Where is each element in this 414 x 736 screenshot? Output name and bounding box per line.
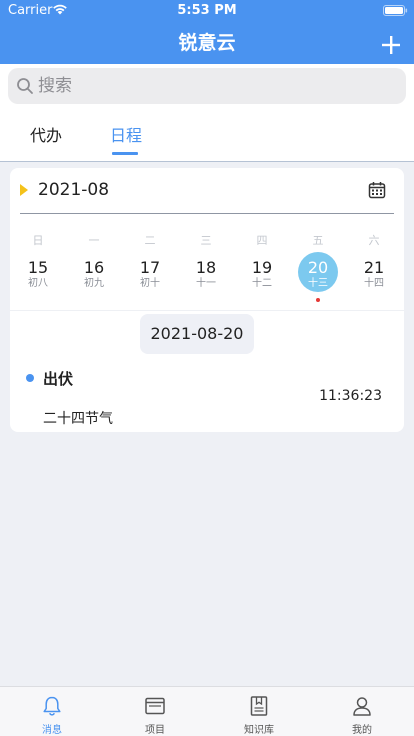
day-cell[interactable]: 15 初八 bbox=[10, 258, 66, 304]
lunar-date: 十一 bbox=[196, 278, 216, 289]
tabbar-label: 我的 bbox=[352, 725, 372, 736]
lunar-date: 十三 bbox=[308, 278, 328, 289]
tabbar-label: 项目 bbox=[145, 725, 165, 736]
day-number: 16 bbox=[83, 258, 105, 277]
bottom-tab-bar: 消息 项目 知识库 我的 bbox=[0, 686, 414, 736]
page-title: 锐意云 bbox=[178, 32, 236, 54]
event-dot bbox=[26, 374, 34, 382]
month-divider bbox=[20, 213, 394, 214]
tabbar-item-messages[interactable]: 消息 bbox=[12, 687, 92, 736]
tab-schedule[interactable]: 日程 bbox=[110, 122, 142, 146]
month-label: 2021-08 bbox=[38, 180, 110, 200]
tab-todo[interactable]: 代办 bbox=[30, 122, 62, 146]
lunar-date: 十二 bbox=[252, 278, 272, 289]
calendar-icon[interactable] bbox=[368, 181, 386, 199]
event-description: 二十四节气 bbox=[43, 411, 113, 427]
tabbar-label: 知识库 bbox=[244, 725, 274, 736]
search-input[interactable] bbox=[38, 68, 398, 104]
day-cell[interactable]: 16 初九 bbox=[66, 258, 122, 304]
day-cell[interactable]: 18 十一 bbox=[178, 258, 234, 304]
weekday-fri: 五 bbox=[312, 234, 324, 247]
month-header: 2021-08 bbox=[10, 168, 404, 214]
tabbar-label: 消息 bbox=[42, 725, 62, 736]
search-icon bbox=[17, 78, 33, 94]
event-item[interactable]: 出伏 11:36:23 二十四节气 bbox=[10, 368, 404, 432]
search-box[interactable] bbox=[8, 68, 406, 104]
day-cell-selected[interactable]: 20 十三 bbox=[290, 252, 346, 304]
tabbar-item-projects[interactable]: 项目 bbox=[115, 687, 195, 736]
day-number: 17 bbox=[139, 258, 161, 277]
week-days-row: 15 初八 16 初九 17 初十 18 十一 19 十二 20 十三 21 十… bbox=[10, 252, 404, 308]
day-cell[interactable]: 21 十四 bbox=[346, 258, 402, 304]
event-time: 11:36:23 bbox=[319, 388, 382, 404]
weekday-sun: 日 bbox=[32, 234, 44, 247]
day-number: 21 bbox=[363, 258, 385, 277]
clock: 5:53 PM bbox=[177, 3, 237, 18]
nav-bar: 锐意云 bbox=[0, 20, 414, 64]
bell-icon bbox=[43, 696, 61, 716]
lunar-date: 十四 bbox=[364, 278, 384, 289]
divider bbox=[10, 310, 404, 311]
folder-icon bbox=[145, 697, 165, 715]
lunar-date: 初八 bbox=[28, 278, 48, 289]
day-number: 15 bbox=[27, 258, 49, 277]
weekday-sat: 六 bbox=[368, 234, 380, 247]
book-icon bbox=[250, 696, 268, 716]
weekday-tue: 二 bbox=[144, 234, 156, 247]
tab-bar-top: 代办 日程 bbox=[0, 108, 414, 162]
tabbar-item-knowledge[interactable]: 知识库 bbox=[219, 687, 299, 736]
schedule-card: 2021-08 日 一 二 三 四 五 六 15 初八 16 初九 17 初十 … bbox=[10, 168, 404, 432]
active-tab-indicator bbox=[112, 152, 138, 155]
day-cell[interactable]: 19 十二 bbox=[234, 258, 290, 304]
weekday-thu: 四 bbox=[256, 234, 268, 247]
event-name: 出伏 bbox=[43, 370, 74, 388]
search-bar bbox=[0, 64, 414, 108]
person-icon bbox=[353, 697, 371, 716]
status-bar: Carrier 5:53 PM bbox=[0, 0, 414, 20]
weekday-row: 日 一 二 三 四 五 六 bbox=[10, 232, 404, 248]
selected-date-chip: 2021-08-20 bbox=[140, 314, 254, 354]
weekday-mon: 一 bbox=[88, 234, 100, 247]
day-cell[interactable]: 17 初十 bbox=[122, 258, 178, 304]
day-number: 19 bbox=[251, 258, 273, 277]
lunar-date: 初十 bbox=[140, 278, 160, 289]
day-number: 20 bbox=[307, 258, 329, 277]
plus-icon[interactable] bbox=[380, 34, 402, 56]
tabbar-item-profile[interactable]: 我的 bbox=[322, 687, 402, 736]
day-number: 18 bbox=[195, 258, 217, 277]
event-marker-dot bbox=[316, 298, 320, 302]
expand-triangle-icon[interactable] bbox=[20, 184, 28, 196]
battery-icon bbox=[383, 5, 408, 16]
lunar-date: 初九 bbox=[84, 278, 104, 289]
weekday-wed: 三 bbox=[200, 234, 212, 247]
